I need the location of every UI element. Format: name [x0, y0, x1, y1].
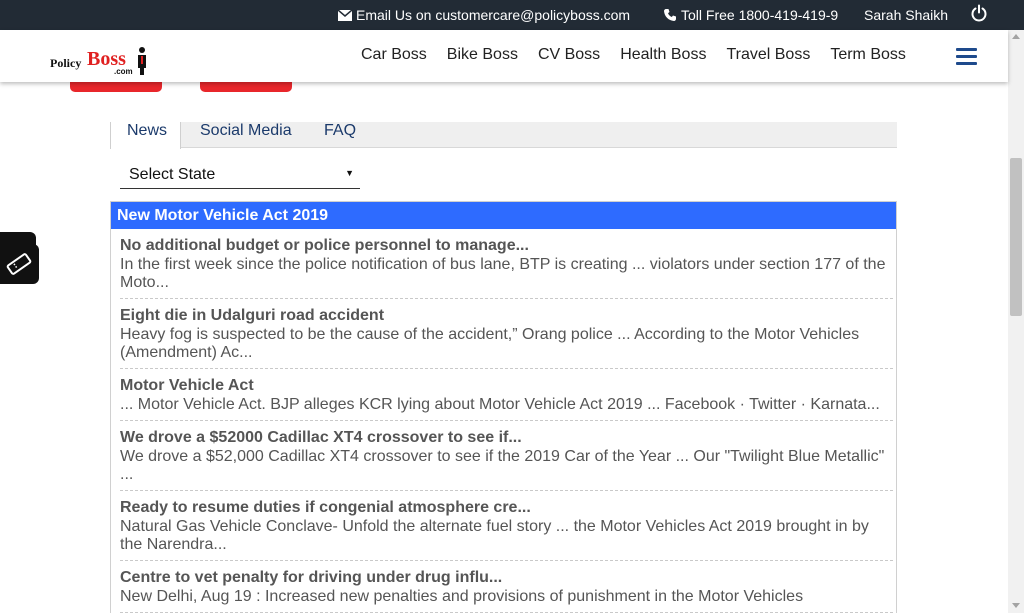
news-desc: Heavy fog is suspected to be the cause o…: [120, 326, 860, 361]
news-item[interactable]: Ready to resume duties if congenial atmo…: [120, 491, 893, 561]
news-desc: ... Motor Vehicle Act. BJP alleges KCR l…: [120, 396, 880, 413]
top-info-bar: Email Us on customercare@policyboss.com …: [0, 0, 1024, 30]
scroll-up-icon[interactable]: [1012, 34, 1020, 39]
news-item[interactable]: Centre to vet penalty for driving under …: [120, 561, 893, 613]
dropdown-arrow-icon: ▼: [345, 168, 354, 178]
news-panel: New Motor Vehicle Act 2019 No additional…: [110, 201, 897, 613]
nav-travel-boss[interactable]: Travel Boss: [726, 46, 810, 64]
nav-links: Car Boss Bike Boss CV Boss Health Boss T…: [361, 46, 926, 64]
main-navbar: Policy Boss .com Car Boss Bike Boss CV B…: [0, 30, 1008, 82]
nav-cv-boss[interactable]: CV Boss: [538, 46, 600, 64]
logo-policy: Policy: [50, 56, 82, 70]
user-name[interactable]: Sarah Shaikh: [864, 7, 948, 23]
news-item[interactable]: Motor Vehicle Act ... Motor Vehicle Act.…: [120, 369, 893, 421]
tab-faq[interactable]: FAQ: [324, 122, 356, 148]
news-title[interactable]: No additional budget or police personnel…: [120, 237, 893, 255]
hamburger-menu-icon[interactable]: [956, 48, 977, 66]
news-title[interactable]: Centre to vet penalty for driving under …: [120, 569, 893, 587]
state-select[interactable]: Select State ▼: [120, 162, 360, 189]
scroll-down-icon[interactable]: [1012, 603, 1020, 608]
news-title[interactable]: Eight die in Udalguri road accident: [120, 307, 893, 325]
news-desc: New Delhi, Aug 19 : Increased new penalt…: [120, 588, 804, 605]
news-heading: New Motor Vehicle Act 2019: [111, 202, 896, 229]
tab-news-label: News: [127, 122, 168, 139]
phone-text: Toll Free 1800-419-419-9: [681, 7, 839, 23]
email-link[interactable]: Email Us on customercare@policyboss.com: [338, 7, 630, 23]
tab-social-media[interactable]: Social Media: [200, 122, 292, 148]
tab-news[interactable]: News: [110, 122, 181, 149]
side-tab-coupon[interactable]: [0, 244, 39, 284]
news-title[interactable]: Ready to resume duties if congenial atmo…: [120, 499, 893, 517]
news-title[interactable]: We drove a $52000 Cadillac XT4 crossover…: [120, 429, 893, 447]
news-desc: We drove a $52,000 Cadillac XT4 crossove…: [120, 448, 885, 483]
boss-figure-icon: [138, 47, 146, 75]
news-title[interactable]: Motor Vehicle Act: [120, 377, 893, 395]
policyboss-logo[interactable]: Policy Boss .com: [50, 46, 160, 76]
phone-link[interactable]: Toll Free 1800-419-419-9: [663, 7, 838, 23]
news-item[interactable]: Eight die in Udalguri road accident Heav…: [120, 299, 893, 369]
page-scrollbar[interactable]: [1008, 30, 1024, 613]
news-item[interactable]: No additional budget or police personnel…: [120, 229, 893, 299]
logo-com: .com: [114, 67, 133, 76]
power-icon[interactable]: [970, 4, 988, 22]
tab-social-media-label: Social Media: [200, 122, 292, 139]
scrollbar-thumb[interactable]: [1010, 158, 1022, 316]
tab-faq-label: FAQ: [324, 122, 357, 139]
phone-icon: [664, 9, 676, 21]
envelope-icon: [338, 9, 352, 21]
nav-term-boss[interactable]: Term Boss: [830, 46, 906, 64]
nav-health-boss[interactable]: Health Boss: [620, 46, 706, 64]
nav-car-boss[interactable]: Car Boss: [361, 46, 427, 64]
nav-bike-boss[interactable]: Bike Boss: [447, 46, 518, 64]
news-desc: Natural Gas Vehicle Conclave- Unfold the…: [120, 518, 869, 553]
ticket-icon: [6, 253, 32, 275]
content-tabs: News Social Media FAQ: [110, 122, 897, 149]
news-item[interactable]: We drove a $52000 Cadillac XT4 crossover…: [120, 421, 893, 491]
side-floating-tab[interactable]: [0, 232, 39, 284]
news-desc: In the first week since the police notif…: [120, 256, 886, 291]
email-text: Email Us on customercare@policyboss.com: [356, 7, 631, 23]
state-select-value: Select State: [129, 166, 216, 183]
